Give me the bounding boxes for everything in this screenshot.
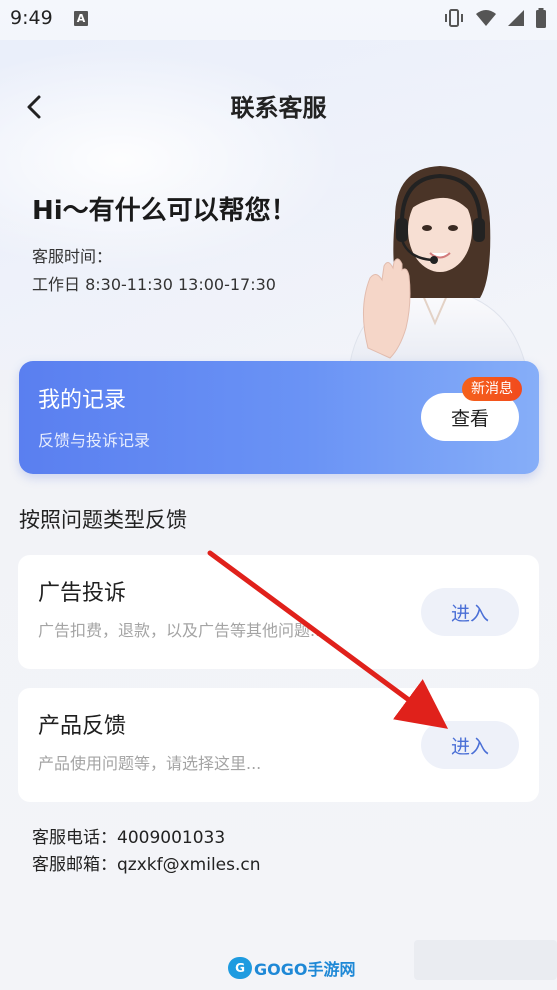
new-message-badge: 新消息 bbox=[462, 377, 522, 401]
watermark-logo-icon: G bbox=[228, 957, 252, 979]
service-email: 客服邮箱：qzxkf@xmiles.cn bbox=[32, 855, 261, 875]
service-hours-value: 工作日 8:30-11:30 13:00-17:30 bbox=[32, 275, 276, 294]
status-time: 9:49 bbox=[10, 7, 53, 29]
product-feedback-card[interactable]: 产品反馈 产品使用问题等，请选择这里... 进入 bbox=[18, 688, 539, 802]
card-title: 广告投诉 bbox=[38, 581, 127, 606]
header: 联系客服 bbox=[0, 80, 557, 132]
customer-service-agent-illustration bbox=[349, 166, 526, 363]
watermark-text: GOGO手游网 bbox=[254, 960, 356, 979]
page-title: 联系客服 bbox=[230, 94, 327, 122]
my-records-card[interactable]: 我的记录 反馈与投诉记录 查看 新消息 bbox=[19, 361, 539, 474]
signal-icon bbox=[508, 10, 524, 26]
wifi-icon bbox=[476, 10, 496, 26]
vibrate-icon bbox=[445, 9, 463, 27]
records-subtitle: 反馈与投诉记录 bbox=[38, 431, 151, 450]
status-bar: 9:49 A bbox=[0, 0, 557, 38]
records-title: 我的记录 bbox=[38, 388, 127, 413]
corner-overlay bbox=[414, 940, 557, 980]
notification-a-icon: A bbox=[74, 11, 88, 26]
battery-icon bbox=[536, 8, 546, 28]
enter-ad-complaint-button[interactable]: 进入 bbox=[421, 588, 519, 636]
greeting-text: Hi～有什么可以帮您！ bbox=[32, 196, 297, 226]
enter-product-feedback-button[interactable]: 进入 bbox=[421, 721, 519, 769]
card-title: 产品反馈 bbox=[38, 714, 127, 739]
card-description: 产品使用问题等，请选择这里... bbox=[38, 754, 262, 773]
service-hours-label: 客服时间： bbox=[32, 247, 113, 266]
ad-complaint-card[interactable]: 广告投诉 广告扣费，退款，以及广告等其他问题... 进入 bbox=[18, 555, 539, 669]
section-title: 按照问题类型反馈 bbox=[19, 508, 187, 532]
watermark-logo: G GOGO手游网 bbox=[228, 955, 355, 981]
service-phone: 客服电话：4009001033 bbox=[32, 828, 226, 848]
card-description: 广告扣费，退款，以及广告等其他问题... bbox=[38, 621, 326, 640]
